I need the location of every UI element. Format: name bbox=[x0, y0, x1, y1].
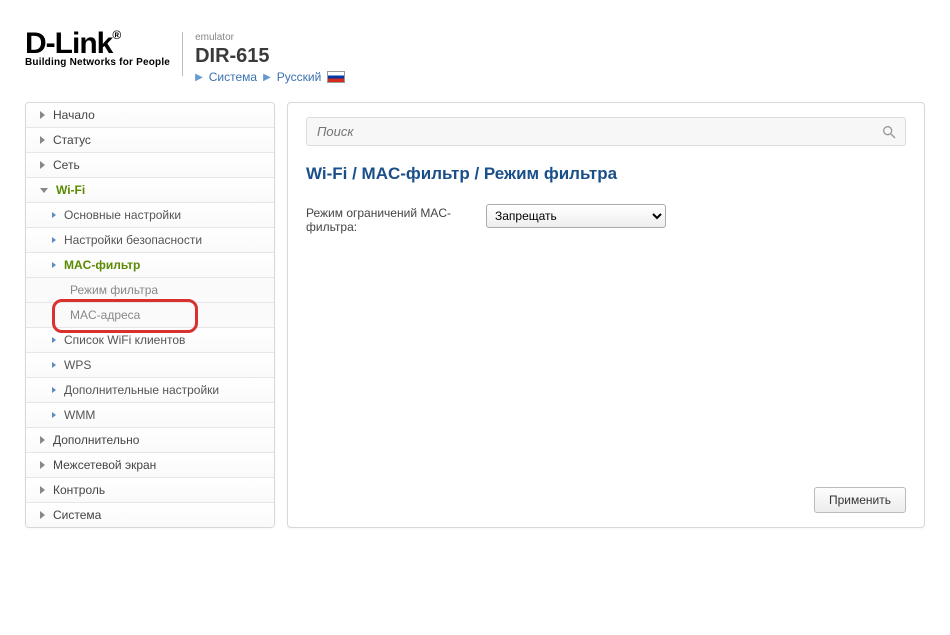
sidebar-item-label: Межсетевой экран bbox=[53, 458, 156, 472]
chevron-right-icon bbox=[40, 136, 45, 144]
apply-button[interactable]: Применить bbox=[814, 487, 906, 513]
sidebar-item-additional[interactable]: Дополнительно bbox=[26, 428, 274, 453]
bullet-icon bbox=[52, 337, 56, 343]
language-link[interactable]: Русский bbox=[277, 70, 322, 84]
sidebar-item-label: Статус bbox=[53, 133, 91, 147]
header-nav: ▶ Система ▶ Русский bbox=[195, 70, 345, 84]
sidebar-item-label: Настройки безопасности bbox=[64, 233, 202, 247]
sidebar-subitem-wmm[interactable]: WMM bbox=[26, 403, 274, 428]
sidebar-item-label: Основные настройки bbox=[64, 208, 181, 222]
header-divider bbox=[182, 32, 183, 76]
main: Wi-Fi / MAC-фильтр / Режим фильтра Режим… bbox=[287, 102, 925, 528]
sidebar-subitem-basic[interactable]: Основные настройки bbox=[26, 203, 274, 228]
sidebar-subsubitem-mac-addresses[interactable]: MAC-адреса bbox=[26, 303, 274, 328]
bullet-icon bbox=[52, 412, 56, 418]
sidebar-item-label: Начало bbox=[53, 108, 95, 122]
sidebar-item-label: Сеть bbox=[53, 158, 80, 172]
sidebar-item-system[interactable]: Система bbox=[26, 503, 274, 527]
sidebar-item-label: Система bbox=[53, 508, 101, 522]
chevron-right-icon bbox=[40, 461, 45, 469]
sidebar-item-wifi[interactable]: Wi-Fi bbox=[26, 178, 274, 203]
sidebar-item-status[interactable]: Статус bbox=[26, 128, 274, 153]
sidebar-item-label: Дополнительно bbox=[53, 433, 139, 447]
sidebar-item-label: Контроль bbox=[53, 483, 105, 497]
sidebar-subitem-advanced[interactable]: Дополнительные настройки bbox=[26, 378, 274, 403]
sidebar-item-label: Список WiFi клиентов bbox=[64, 333, 185, 347]
header: D-Link® Building Networks for People emu… bbox=[25, 30, 925, 84]
bullet-icon bbox=[52, 262, 56, 268]
sidebar-item-label: MAC-фильтр bbox=[64, 258, 140, 272]
sidebar-subitem-wps[interactable]: WPS bbox=[26, 353, 274, 378]
sidebar-item-label: Wi-Fi bbox=[56, 183, 85, 197]
chevron-right-icon bbox=[40, 161, 45, 169]
brand-logo: D-Link® bbox=[25, 30, 170, 57]
sidebar-item-label: MAC-адреса bbox=[70, 308, 140, 322]
system-link[interactable]: Система bbox=[209, 70, 257, 84]
sidebar-item-home[interactable]: Начало bbox=[26, 103, 274, 128]
emulator-label: emulator bbox=[195, 32, 345, 43]
bullet-icon bbox=[52, 362, 56, 368]
model-name: DIR-615 bbox=[195, 45, 345, 68]
sidebar-item-firewall[interactable]: Межсетевой экран bbox=[26, 453, 274, 478]
header-right: emulator DIR-615 ▶ Система ▶ Русский bbox=[195, 30, 345, 84]
chevron-right-icon bbox=[40, 511, 45, 519]
brand-tagline: Building Networks for People bbox=[25, 57, 170, 68]
sidebar-item-label: Режим фильтра bbox=[70, 283, 158, 297]
arrow-icon: ▶ bbox=[263, 72, 271, 83]
bullet-icon bbox=[52, 212, 56, 218]
flag-ru-icon bbox=[327, 71, 345, 83]
logo: D-Link® Building Networks for People bbox=[25, 30, 170, 68]
chevron-right-icon bbox=[40, 111, 45, 119]
search-input[interactable] bbox=[315, 120, 881, 143]
filter-mode-select[interactable]: Запрещать bbox=[486, 204, 666, 228]
chevron-right-icon bbox=[40, 436, 45, 444]
main-panel: Wi-Fi / MAC-фильтр / Режим фильтра Режим… bbox=[287, 102, 925, 528]
breadcrumb: Wi-Fi / MAC-фильтр / Режим фильтра bbox=[306, 164, 906, 184]
chevron-down-icon bbox=[40, 188, 48, 193]
search-icon[interactable] bbox=[881, 124, 897, 140]
sidebar-subitem-clients[interactable]: Список WiFi клиентов bbox=[26, 328, 274, 353]
arrow-icon: ▶ bbox=[195, 72, 203, 83]
sidebar-item-label: Дополнительные настройки bbox=[64, 383, 219, 397]
sidebar-item-label: WMM bbox=[64, 408, 95, 422]
sidebar-item-network[interactable]: Сеть bbox=[26, 153, 274, 178]
filter-mode-label: Режим ограничений MAC-фильтра: bbox=[306, 204, 466, 234]
bullet-icon bbox=[52, 387, 56, 393]
sidebar-item-label: WPS bbox=[64, 358, 91, 372]
sidebar-item-control[interactable]: Контроль bbox=[26, 478, 274, 503]
bullet-icon bbox=[52, 237, 56, 243]
sidebar-subsubitem-filter-mode[interactable]: Режим фильтра bbox=[26, 278, 274, 303]
sidebar-subitem-macfilter[interactable]: MAC-фильтр bbox=[26, 253, 274, 278]
search-bar bbox=[306, 117, 906, 146]
sidebar: Начало Статус Сеть Wi-Fi Основные настро… bbox=[25, 102, 275, 528]
filter-mode-row: Режим ограничений MAC-фильтра: Запрещать bbox=[306, 204, 906, 234]
layout: Начало Статус Сеть Wi-Fi Основные настро… bbox=[25, 102, 925, 528]
chevron-right-icon bbox=[40, 486, 45, 494]
sidebar-subitem-security[interactable]: Настройки безопасности bbox=[26, 228, 274, 253]
